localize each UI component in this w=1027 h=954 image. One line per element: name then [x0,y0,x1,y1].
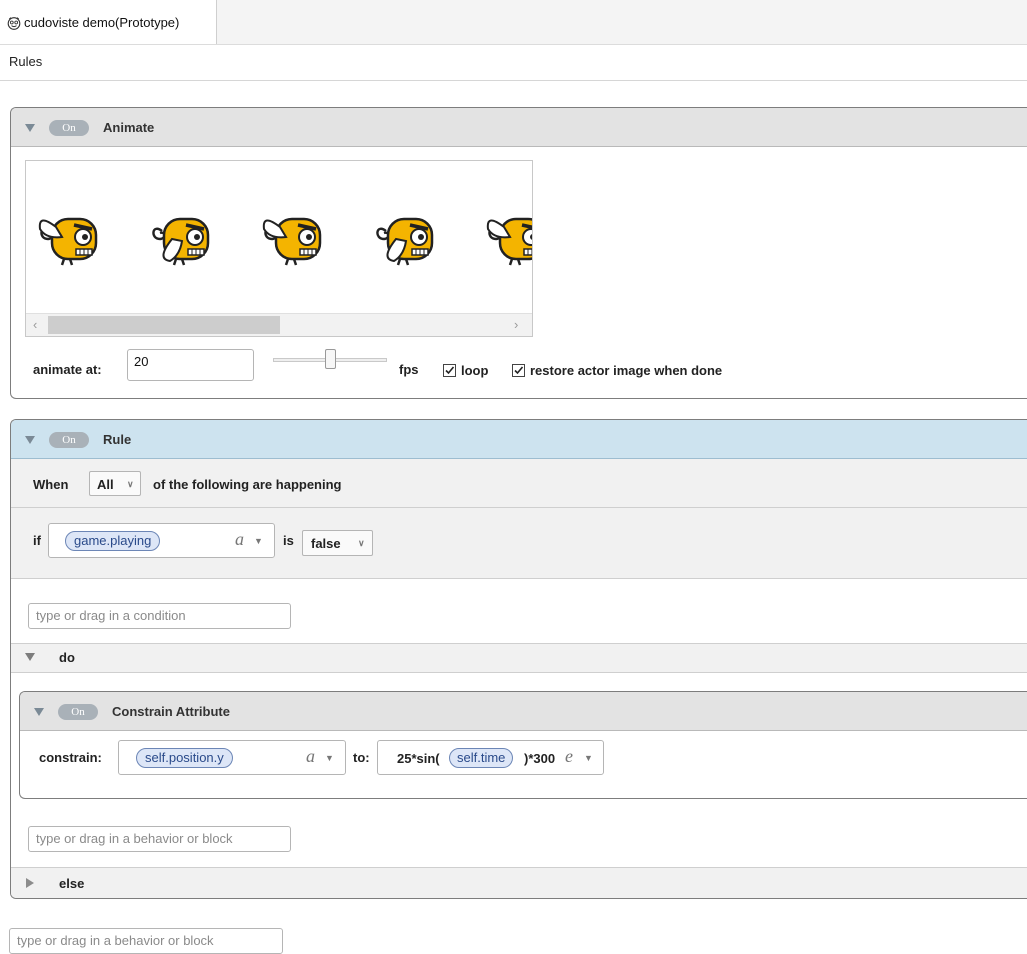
section-divider [0,80,1027,81]
expand-triangle-icon[interactable] [26,878,34,888]
expression-suffix: )*300 [524,751,556,766]
restore-label: restore actor image when done [530,363,723,378]
rule-header[interactable]: On Rule [11,420,1027,459]
constrain-attribute-field[interactable]: self.position.y a ▼ [118,740,346,775]
constrain-title: Constrain Attribute [112,704,230,719]
scroll-right-icon[interactable]: › [514,317,518,332]
restore-checkbox[interactable] [512,364,525,377]
fps-slider[interactable] [273,349,387,373]
do-row[interactable]: do [11,643,1027,673]
condition-row: if game.playing a ▼ is false ∨ [11,508,1027,579]
when-suffix: of the following are happening [153,477,342,492]
bird-frame-2[interactable] [148,209,224,269]
expression-field[interactable]: 25*sin( self.time )*300 e ▼ [377,740,604,775]
scrollbar-thumb[interactable] [48,316,280,334]
attribute-tag[interactable]: self.position.y [136,748,233,768]
behavior-input[interactable]: type or drag in a behavior or block [28,826,291,852]
loop-checkbox[interactable] [443,364,456,377]
condition-input[interactable]: type or drag in a condition [28,603,291,629]
collapse-triangle-icon[interactable] [25,436,35,444]
fps-slider-thumb[interactable] [325,349,336,369]
value-select[interactable]: false ∨ [302,530,373,556]
on-toggle[interactable]: On [49,432,89,448]
loop-label: loop [461,363,489,378]
attribute-tag[interactable]: game.playing [65,531,161,551]
rule-block: On Rule When All ∨ of the following are … [10,419,1027,899]
to-label: to: [353,750,370,765]
animate-header[interactable]: On Animate [11,108,1027,147]
chevron-down-icon: ∨ [127,479,134,489]
chevron-down-icon: ∨ [358,538,365,548]
else-label: else [59,876,85,891]
fps-input[interactable]: 20 [127,349,254,381]
collapse-triangle-icon[interactable] [25,124,35,132]
fps-label: fps [399,362,419,377]
dropdown-arrow-icon[interactable]: ▼ [325,753,334,763]
if-label: if [33,533,41,548]
constrain-header[interactable]: On Constrain Attribute [20,692,1027,731]
constrain-attribute-behavior: On Constrain Attribute constrain: self.p… [19,691,1027,799]
collapse-triangle-icon[interactable] [25,653,35,661]
scroll-left-icon[interactable]: ‹ [33,317,37,332]
section-title: Rules [9,54,43,69]
horizontal-scrollbar[interactable]: ‹ › [26,313,532,336]
expression-prefix: 25*sin( [397,751,440,766]
bird-frame-1[interactable] [36,209,112,269]
when-select[interactable]: All ∨ [89,471,141,496]
bird-frame-4[interactable] [372,209,448,269]
expression-editor-icon[interactable]: e [565,746,573,767]
frames-strip[interactable]: ‹ › [25,160,533,337]
animate-behavior: On Animate ‹ › animate at: 20 fps loop r… [10,107,1027,399]
document-tab[interactable]: cudoviste demo(Prototype) [0,0,217,44]
collapse-triangle-icon[interactable] [34,708,44,716]
else-row[interactable]: else [11,867,1027,898]
text-type-icon: a [235,529,244,549]
when-row: When All ∨ of the following are happenin… [11,459,1027,508]
bird-frame-3[interactable] [260,209,336,269]
animate-at-label: animate at: [33,362,102,377]
document-tab-title: cudoviste demo(Prototype) [24,15,180,30]
bird-frame-5[interactable] [484,209,532,269]
text-type-icon: a [306,746,315,766]
bird-face-icon [7,16,21,30]
condition-attribute-field[interactable]: game.playing a ▼ [48,523,275,558]
constrain-label: constrain: [39,750,102,765]
on-toggle[interactable]: On [49,120,89,136]
bottom-behavior-input[interactable]: type or drag in a behavior or block [9,928,283,954]
on-toggle[interactable]: On [58,704,98,720]
dropdown-arrow-icon[interactable]: ▼ [584,753,593,763]
is-label: is [283,533,294,548]
animate-title: Animate [103,120,155,135]
dropdown-arrow-icon[interactable]: ▼ [254,536,263,546]
when-label: When [33,477,69,492]
do-label: do [59,650,75,665]
rule-title: Rule [103,432,132,447]
expression-attribute-tag[interactable]: self.time [449,748,514,768]
